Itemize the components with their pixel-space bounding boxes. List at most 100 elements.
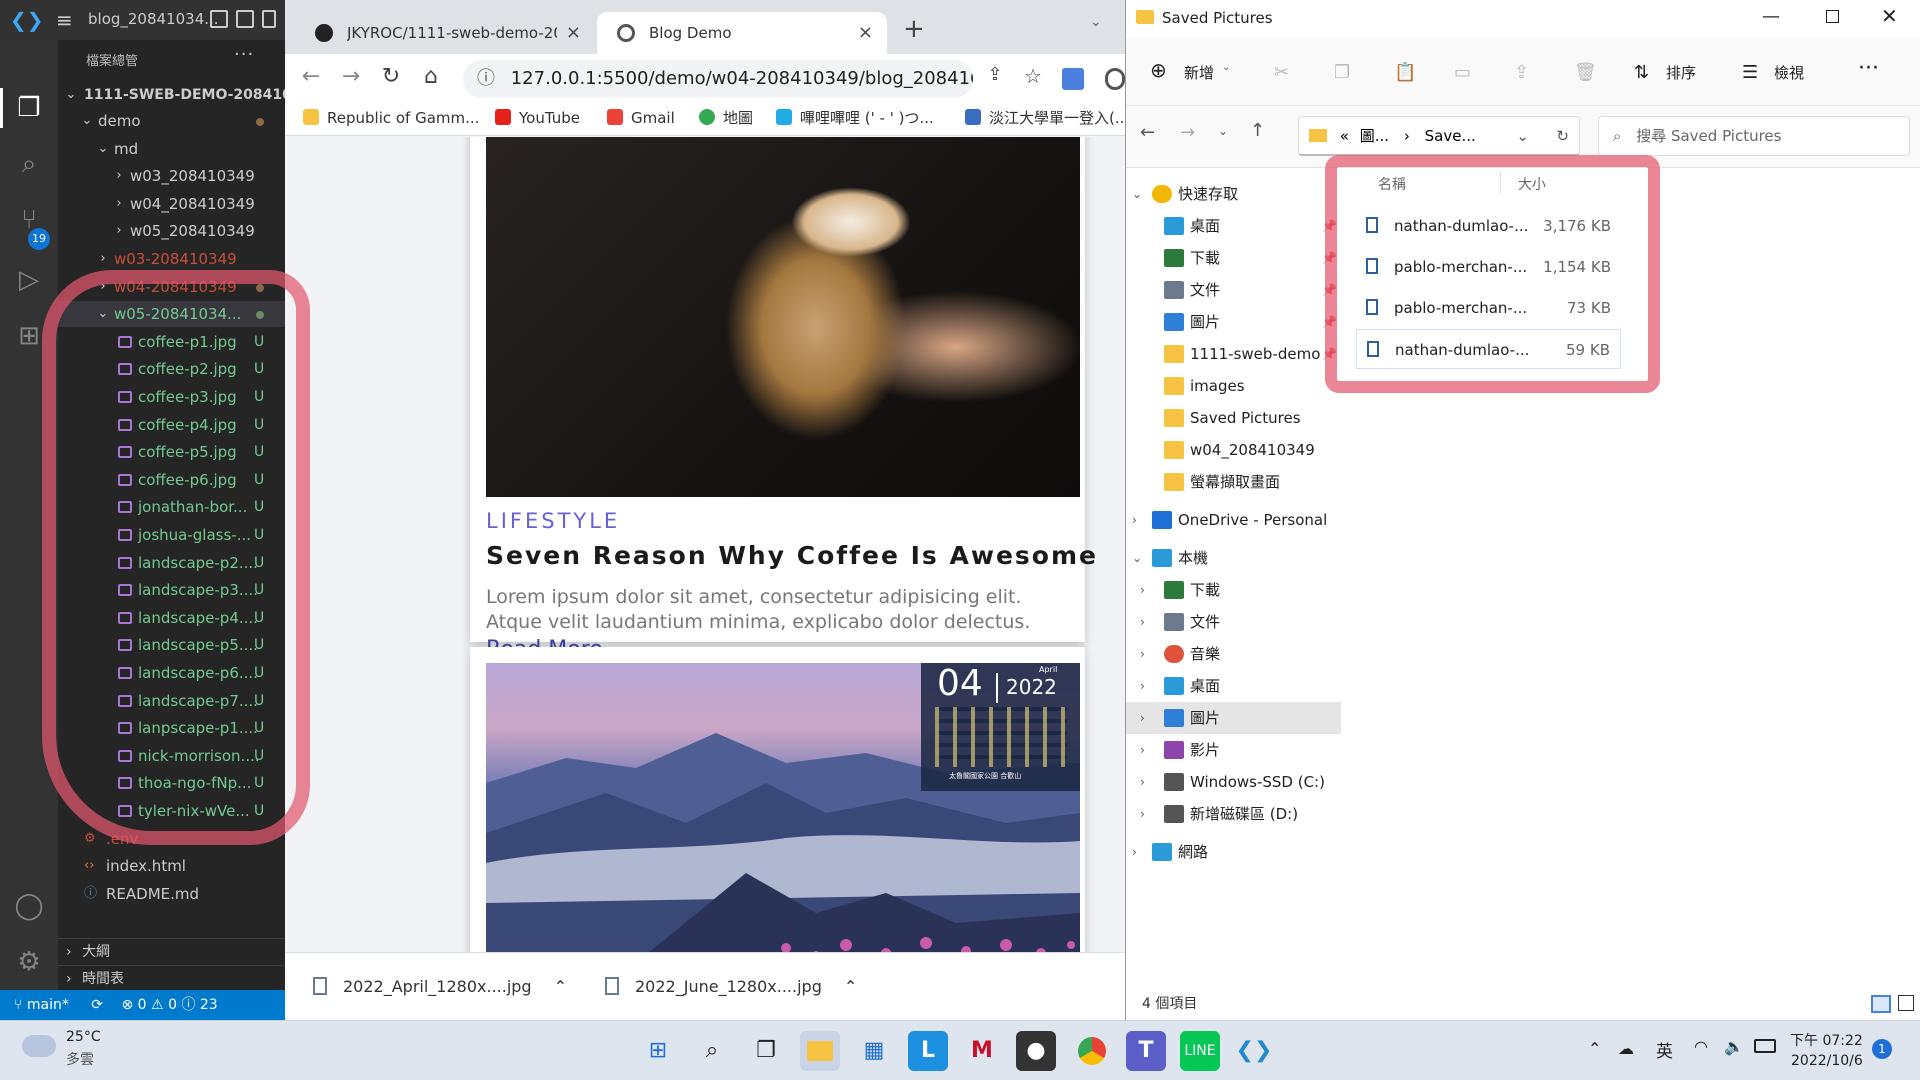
nav-item[interactable]: › Windows-SSD (C:)	[1126, 766, 1341, 798]
wifi-icon[interactable]: ◠	[1694, 1037, 1708, 1056]
notification-badge[interactable]: 1	[1872, 1039, 1892, 1059]
bookmark-star-icon[interactable]: ☆	[1019, 64, 1047, 88]
view-button[interactable]: 檢視	[1774, 62, 1804, 83]
outline-section[interactable]: › 大綱	[58, 938, 285, 964]
address-dropdown-icon[interactable]: ⌄	[1516, 117, 1529, 155]
clock[interactable]: 下午 07:22 2022/10/6	[1790, 1031, 1863, 1071]
nav-item[interactable]: › 文件	[1126, 606, 1341, 638]
close-tab-icon[interactable]: ×	[858, 12, 873, 54]
copy-icon[interactable]: ❐	[1334, 62, 1350, 83]
teams-icon[interactable]: T	[1126, 1031, 1166, 1071]
delete-icon[interactable]: 🗑	[1574, 62, 1597, 83]
account-icon[interactable]: ◯	[13, 890, 45, 922]
close-icon[interactable]: ✕	[1881, 4, 1898, 28]
tab-github[interactable]: JKYROC/1111-sweb-demo-208 ×	[295, 12, 595, 54]
line-icon[interactable]: LINE	[1180, 1031, 1220, 1071]
chevron-down-icon[interactable]: ⌄	[1132, 542, 1142, 574]
chevron-right-icon[interactable]: ›	[1140, 670, 1145, 702]
new-tab-button[interactable]: +	[903, 14, 925, 44]
timeline-section[interactable]: › 時間表	[58, 965, 285, 991]
store-icon[interactable]: ▦	[854, 1031, 894, 1071]
download-item[interactable]: 2022_June_1280x....jpg ⌃	[605, 965, 857, 1009]
chevron-right-icon[interactable]: ›	[1140, 734, 1145, 766]
weather-temp[interactable]: 25°C	[66, 1029, 101, 1045]
battery-icon[interactable]	[1754, 1039, 1776, 1053]
info-count[interactable]: 23	[200, 997, 218, 1013]
nav-item[interactable]: › 下載	[1126, 574, 1341, 606]
download-item[interactable]: 2022_April_1280x....jpg ⌃	[313, 965, 567, 1009]
ime-indicator[interactable]: 英	[1656, 1037, 1673, 1062]
address-box[interactable]: « 圖... › Save... ⌄ ↻	[1298, 116, 1580, 156]
tree-folder[interactable]: › w04_208410349	[58, 191, 285, 217]
mcafee-icon[interactable]: M	[962, 1031, 1002, 1071]
up-icon[interactable]: ↑	[1250, 120, 1265, 141]
new-button[interactable]: 新增	[1184, 62, 1214, 83]
more-actions-icon[interactable]: ···	[234, 44, 254, 65]
warning-count[interactable]: 0	[168, 997, 177, 1013]
bookmark-item[interactable]: 嗶哩嗶哩 (' - ' )つ...	[776, 100, 934, 136]
vscode-icon[interactable]: ❮❯	[1234, 1031, 1274, 1071]
run-debug-icon[interactable]: ▷	[13, 264, 45, 296]
bookmark-item[interactable]: 淡江大學單一登入(...	[965, 100, 1129, 136]
chevron-right-icon[interactable]: ›	[1140, 638, 1145, 670]
bookmark-item[interactable]: Gmail	[607, 100, 675, 136]
task-view-icon[interactable]: ❐	[746, 1031, 786, 1071]
tab-blog-demo[interactable]: Blog Demo ×	[597, 12, 887, 54]
back-icon[interactable]: ←	[297, 64, 325, 89]
volume-icon[interactable]: 🔈	[1724, 1037, 1744, 1056]
sort-icon[interactable]: ⇅	[1634, 62, 1649, 83]
nav-item[interactable]: › 網路	[1126, 836, 1341, 868]
nav-item[interactable]: ⌄ 快速存取	[1126, 178, 1341, 210]
tree-folder[interactable]: › w05_208410349	[58, 218, 285, 244]
home-icon[interactable]: ⌂	[417, 64, 445, 89]
chevron-right-icon[interactable]: ›	[1140, 766, 1145, 798]
close-tab-icon[interactable]: ×	[566, 12, 581, 54]
search-box[interactable]: ⌕ 搜尋 Saved Pictures	[1598, 116, 1910, 156]
rename-icon[interactable]: ▭	[1454, 62, 1471, 83]
weather-desc[interactable]: 多雲	[66, 1049, 94, 1069]
tree-folder[interactable]: ⌄ demo	[58, 108, 285, 134]
workspace-root[interactable]: ⌄ 1111-SWEB-DEMO-208410...	[58, 82, 285, 108]
tree-file[interactable]: ‹› index.html	[58, 853, 285, 879]
settings-gear-icon[interactable]: ⚙	[13, 946, 45, 978]
explorer-files-icon[interactable]: ❐	[13, 92, 45, 124]
details-view-icon[interactable]	[1871, 995, 1891, 1013]
sort-button[interactable]: 排序	[1666, 62, 1696, 83]
cut-icon[interactable]: ✂	[1274, 62, 1289, 83]
nav-item[interactable]: › OneDrive - Personal	[1126, 504, 1341, 536]
tiles-view-icon[interactable]	[1898, 995, 1914, 1011]
nav-item[interactable]: images	[1126, 370, 1341, 402]
chevron-up-icon[interactable]: ⌃	[844, 977, 857, 996]
nav-item[interactable]: 1111-sweb-demo 📌	[1126, 338, 1341, 370]
nav-item[interactable]: ⌄ 本機	[1126, 542, 1341, 574]
chrome-icon[interactable]	[1072, 1031, 1112, 1071]
line-l-app-icon[interactable]: L	[908, 1031, 948, 1071]
start-icon[interactable]: ⊞	[638, 1031, 678, 1071]
nav-item[interactable]: › 圖片	[1126, 702, 1341, 734]
nav-item[interactable]: › 影片	[1126, 734, 1341, 766]
github-desktop-icon[interactable]: ●	[1016, 1031, 1056, 1071]
nav-item[interactable]: 螢幕擷取畫面	[1126, 466, 1341, 498]
recent-chevron-icon[interactable]: ⌄	[1218, 124, 1228, 138]
tree-folder[interactable]: ⌄ md	[58, 136, 285, 162]
translate-icon[interactable]	[1062, 68, 1084, 90]
tree-folder[interactable]: › w03_208410349	[58, 163, 285, 189]
address-bar[interactable]: ⓘ 127.0.0.1:5500/demo/w04-208410349/blog…	[463, 60, 973, 98]
new-plus-icon[interactable]: ⊕	[1150, 58, 1167, 82]
site-info-icon[interactable]: ⓘ	[477, 68, 495, 89]
more-options-icon[interactable]: ···	[1858, 56, 1879, 81]
extensions-icon[interactable]: ⊞	[13, 320, 45, 352]
onedrive-icon[interactable]: ☁	[1618, 1039, 1634, 1058]
maximize-icon[interactable]	[1826, 10, 1839, 23]
chevron-right-icon[interactable]: ›	[1132, 504, 1137, 536]
chevron-right-icon[interactable]: ›	[1140, 574, 1145, 606]
view-icon[interactable]: ☰	[1742, 62, 1758, 83]
tab-search-icon[interactable]: ⌄	[1090, 14, 1102, 30]
search-icon[interactable]: ⌕	[692, 1031, 732, 1071]
nav-item[interactable]: w04_208410349	[1126, 434, 1341, 466]
nav-item[interactable]: 文件 📌	[1126, 274, 1341, 306]
layout-icon[interactable]	[262, 10, 276, 28]
chevron-down-icon[interactable]: ⌄	[1132, 178, 1142, 210]
paste-icon[interactable]: 📋	[1394, 62, 1416, 83]
nav-item[interactable]: › 新增磁碟區 (D:)	[1126, 798, 1341, 830]
